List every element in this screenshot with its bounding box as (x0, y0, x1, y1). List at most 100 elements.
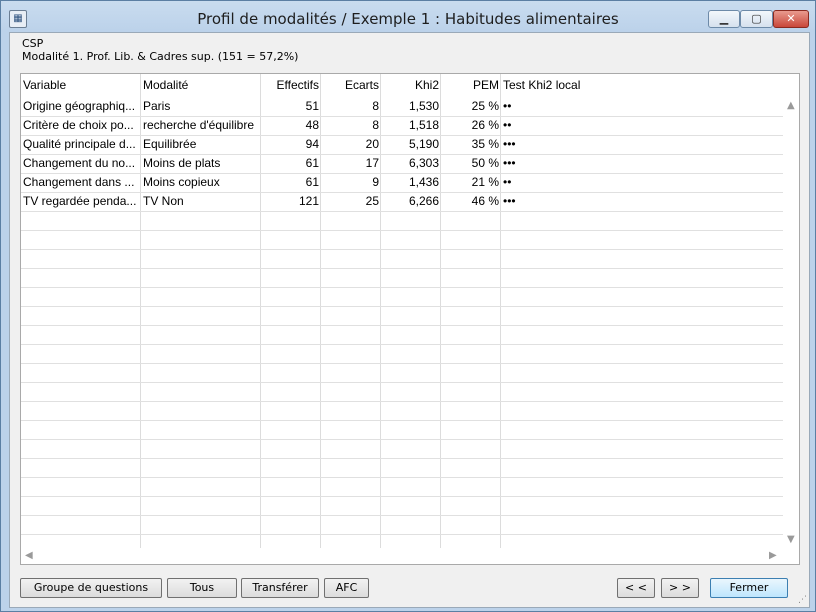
cell-test-khi2: ••• (503, 137, 516, 151)
cell-variable: Origine géographiq... (23, 99, 136, 113)
column-header-pem[interactable]: PEM (441, 74, 501, 96)
table-row[interactable]: Qualité principale d... Equilibrée 94 20 5,1… (21, 135, 783, 155)
cell-variable: Changement dans ... (23, 175, 135, 189)
table-row[interactable]: TV regardée penda... TV Non 121 25 6,266 46 %… (21, 192, 783, 212)
cell-variable: Qualité principale d... (23, 137, 136, 151)
maximize-button[interactable]: ▢ (740, 10, 773, 28)
cell-pem: 26 % (471, 118, 499, 132)
cell-modalite: Moins de plats (143, 156, 221, 170)
tous-button[interactable]: Tous (167, 578, 237, 598)
empty-row (21, 420, 783, 440)
cell-khi2: 6,303 (408, 156, 439, 170)
empty-row (21, 211, 783, 231)
cell-modalite: TV Non (143, 194, 184, 208)
cell-khi2: 6,266 (408, 194, 439, 208)
close-button[interactable]: ✕ (773, 10, 809, 28)
cell-ecarts: 8 (372, 99, 379, 113)
cell-khi2: 1,518 (408, 118, 439, 132)
cell-effectifs: 94 (305, 137, 319, 151)
vertical-scrollbar[interactable]: ▲ ▼ (783, 96, 799, 548)
cell-variable: Critère de choix po... (23, 118, 134, 132)
column-header-test-khi2[interactable]: Test Khi2 local (501, 74, 701, 96)
maximize-icon: ▢ (751, 12, 762, 25)
title-bar[interactable]: ▦ Profil de modalités / Exemple 1 : Habi… (1, 1, 815, 33)
scroll-down-icon[interactable]: ▼ (787, 534, 795, 545)
window-title: Profil de modalités / Exemple 1 : Habitu… (197, 10, 619, 28)
transferer-button[interactable]: Transférer (241, 578, 319, 598)
empty-row (21, 287, 783, 307)
close-icon: ✕ (786, 12, 796, 25)
scroll-left-icon[interactable]: ◀ (25, 550, 33, 561)
table-header: Variable Modalité Effectifs Ecarts Khi2 … (21, 74, 799, 96)
window: ▦ Profil de modalités / Exemple 1 : Habi… (0, 0, 816, 612)
cell-test-khi2: ••• (503, 156, 516, 170)
empty-row (21, 515, 783, 535)
cell-pem: 25 % (471, 99, 499, 113)
column-header-effectifs[interactable]: Effectifs (261, 74, 321, 96)
cell-ecarts: 9 (372, 175, 379, 189)
scroll-up-icon[interactable]: ▲ (787, 100, 795, 111)
column-header-variable[interactable]: Variable (21, 74, 141, 96)
next-button[interactable]: > > (661, 578, 699, 598)
column-header-ecarts[interactable]: Ecarts (321, 74, 381, 96)
empty-row (21, 401, 783, 421)
empty-row (21, 249, 783, 269)
cell-test-khi2: •• (503, 99, 512, 113)
cell-effectifs: 61 (305, 175, 319, 189)
cell-ecarts: 8 (372, 118, 379, 132)
cell-variable: Changement du no... (23, 156, 136, 170)
horizontal-scrollbar[interactable]: ◀ ▶ (21, 548, 783, 564)
cell-modalite: Paris (143, 99, 171, 113)
empty-row (21, 382, 783, 402)
profile-table[interactable]: Variable Modalité Effectifs Ecarts Khi2 … (20, 73, 800, 565)
column-header-khi2[interactable]: Khi2 (381, 74, 441, 96)
empty-row (21, 230, 783, 250)
column-header-modalite[interactable]: Modalité (141, 74, 261, 96)
minimize-icon: ▁ (719, 12, 729, 25)
cell-effectifs: 121 (298, 194, 319, 208)
empty-row (21, 439, 783, 459)
empty-row (21, 477, 783, 497)
cell-ecarts: 25 (365, 194, 379, 208)
empty-row (21, 363, 783, 383)
empty-row (21, 458, 783, 478)
cell-khi2: 1,530 (408, 99, 439, 113)
minimize-button[interactable]: ▁ (708, 10, 740, 28)
groupe-de-questions-button[interactable]: Groupe de questions (20, 578, 162, 598)
table-row[interactable]: Critère de choix po... recherche d'équili… (21, 116, 783, 136)
cell-modalite: recherche d'équilibre (143, 118, 255, 132)
cell-test-khi2: •• (503, 175, 512, 189)
cell-variable: TV regardée penda... (23, 194, 137, 208)
cell-ecarts: 17 (365, 156, 379, 170)
fermer-button[interactable]: Fermer (710, 578, 788, 598)
cell-effectifs: 51 (305, 99, 319, 113)
previous-button[interactable]: < < (617, 578, 655, 598)
cell-khi2: 1,436 (408, 175, 439, 189)
cell-ecarts: 20 (365, 137, 379, 151)
cell-test-khi2: ••• (503, 194, 516, 208)
cell-pem: 46 % (471, 194, 499, 208)
cell-pem: 21 % (471, 175, 499, 189)
empty-row (21, 344, 783, 364)
afc-button[interactable]: AFC (324, 578, 369, 598)
table-row[interactable]: Changement dans ... Moins copieux 61 9 1,436… (21, 173, 783, 193)
cell-modalite: Moins copieux (143, 175, 220, 189)
table-row[interactable]: Changement du no... Moins de plats 61 17 6,3… (21, 154, 783, 174)
empty-row (21, 306, 783, 326)
cell-pem: 50 % (471, 156, 499, 170)
modality-summary: Modalité 1. Prof. Lib. & Cadres sup. (15… (22, 50, 299, 63)
cell-pem: 35 % (471, 137, 499, 151)
cell-khi2: 5,190 (408, 137, 439, 151)
dialog-body: CSP Modalité 1. Prof. Lib. & Cadres sup.… (9, 32, 810, 608)
variable-label: CSP (22, 37, 44, 50)
empty-row (21, 268, 783, 288)
table-row[interactable]: Origine géographiq... Paris 51 8 1,530 25 % •• (21, 97, 783, 117)
empty-row (21, 325, 783, 345)
resize-grip-icon[interactable]: ⋰ (798, 595, 807, 605)
empty-row (21, 496, 783, 516)
cell-effectifs: 61 (305, 156, 319, 170)
cell-effectifs: 48 (305, 118, 319, 132)
scroll-right-icon[interactable]: ▶ (769, 550, 777, 561)
cell-modalite: Equilibrée (143, 137, 197, 151)
cell-test-khi2: •• (503, 118, 512, 132)
